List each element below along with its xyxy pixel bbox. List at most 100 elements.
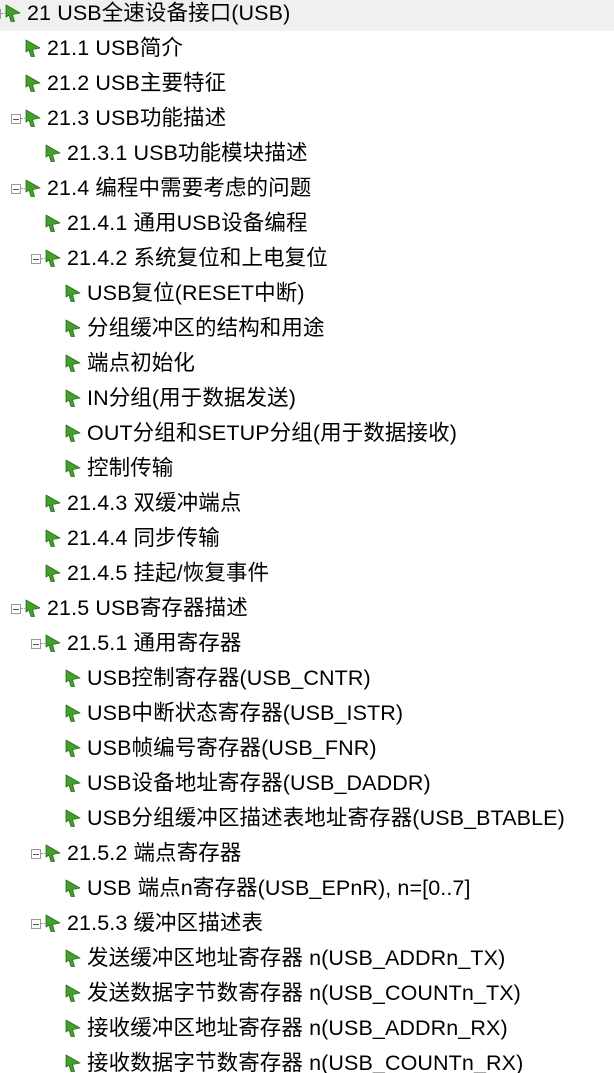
bookmark-icon <box>64 949 82 968</box>
bookmark-icon <box>44 249 62 268</box>
bookmark-icon <box>24 179 42 198</box>
outline-item[interactable]: 21.2 USB主要特征 <box>0 66 614 101</box>
outline-item[interactable]: USB 端点n寄存器(USB_EPnR), n=[0..7] <box>0 871 614 906</box>
outline-item-label: 21.5.2 端点寄存器 <box>67 841 242 865</box>
bookmark-icon <box>64 459 82 478</box>
bookmark-icon <box>44 844 62 863</box>
outline-item[interactable]: 分组缓冲区的结构和用途 <box>0 311 614 346</box>
bookmark-icon <box>64 424 82 443</box>
bookmark-icon <box>64 879 82 898</box>
outline-item[interactable]: 21.5.2 端点寄存器 <box>0 836 614 871</box>
outline-item-label: IN分组(用于数据发送) <box>87 386 297 410</box>
outline-item-label: 21.2 USB主要特征 <box>47 71 227 95</box>
outline-item-label: 接收缓冲区地址寄存器 n(USB_ADDRn_RX) <box>87 1016 508 1040</box>
bookmark-icon <box>64 774 82 793</box>
collapse-toggle-icon[interactable] <box>11 604 21 614</box>
outline-item[interactable]: 21.3.1 USB功能模块描述 <box>0 136 614 171</box>
outline-item[interactable]: 21.5 USB寄存器描述 <box>0 591 614 626</box>
outline-item-label: 控制传输 <box>87 456 174 480</box>
bookmark-icon <box>64 1019 82 1038</box>
bookmark-icon <box>24 109 42 128</box>
bookmark-icon <box>44 214 62 233</box>
outline-item[interactable]: OUT分组和SETUP分组(用于数据接收) <box>0 416 614 451</box>
outline-item[interactable]: 控制传输 <box>0 451 614 486</box>
bookmark-icon <box>64 809 82 828</box>
collapse-toggle-icon[interactable] <box>11 114 21 124</box>
outline-item[interactable]: USB帧编号寄存器(USB_FNR) <box>0 731 614 766</box>
outline-item[interactable]: 发送数据字节数寄存器 n(USB_COUNTn_TX) <box>0 976 614 1011</box>
outline-item-label: 21.3.1 USB功能模块描述 <box>67 141 308 165</box>
outline-item-label: 发送数据字节数寄存器 n(USB_COUNTn_TX) <box>87 981 521 1005</box>
bookmark-icon <box>24 599 42 618</box>
bookmark-icon <box>24 39 42 58</box>
collapse-toggle-icon[interactable] <box>11 184 21 194</box>
outline-item[interactable]: 21.5.1 通用寄存器 <box>0 626 614 661</box>
collapse-toggle-icon[interactable] <box>31 639 41 649</box>
bookmark-icon <box>64 739 82 758</box>
outline-item-label: 21 USB全速设备接口(USB) <box>27 1 291 25</box>
outline-item-label: 21.4.4 同步传输 <box>67 526 220 550</box>
outline-item[interactable]: IN分组(用于数据发送) <box>0 381 614 416</box>
outline-item[interactable]: 端点初始化 <box>0 346 614 381</box>
outline-item-label: USB 端点n寄存器(USB_EPnR), n=[0..7] <box>87 876 471 900</box>
bookmark-icon <box>64 1054 82 1073</box>
outline-item[interactable]: 21.3 USB功能描述 <box>0 101 614 136</box>
outline-item-label: USB帧编号寄存器(USB_FNR) <box>87 736 377 760</box>
outline-item-label: 21.4.1 通用USB设备编程 <box>67 211 308 235</box>
outline-item[interactable]: 21.4.1 通用USB设备编程 <box>0 206 614 241</box>
bookmark-icon <box>64 984 82 1003</box>
outline-item-label: USB中断状态寄存器(USB_ISTR) <box>87 701 404 725</box>
outline-item[interactable]: 21.1 USB简介 <box>0 31 614 66</box>
bookmark-icon <box>64 319 82 338</box>
outline-item[interactable]: 发送缓冲区地址寄存器 n(USB_ADDRn_TX) <box>0 941 614 976</box>
outline-item-label: 21.4.5 挂起/恢复事件 <box>67 561 270 585</box>
outline-item[interactable]: 21.4.5 挂起/恢复事件 <box>0 556 614 591</box>
bookmark-icon <box>44 529 62 548</box>
outline-item[interactable]: 21.4.3 双缓冲端点 <box>0 486 614 521</box>
bookmark-icon <box>24 74 42 93</box>
outline-item[interactable]: USB复位(RESET中断) <box>0 276 614 311</box>
outline-item[interactable]: 21.4 编程中需要考虑的问题 <box>0 171 614 206</box>
outline-item-label: OUT分组和SETUP分组(用于数据接收) <box>87 421 457 445</box>
outline-item-label: USB设备地址寄存器(USB_DADDR) <box>87 771 431 795</box>
bookmark-icon <box>64 389 82 408</box>
bookmark-icon <box>44 914 62 933</box>
outline-item-label: 21.5.3 缓冲区描述表 <box>67 911 264 935</box>
collapse-toggle-icon[interactable] <box>31 919 41 929</box>
outline-item-label: 分组缓冲区的结构和用途 <box>87 316 325 340</box>
outline-item-label: 21.4 编程中需要考虑的问题 <box>47 176 312 200</box>
outline-item-label: USB复位(RESET中断) <box>87 281 305 305</box>
bookmark-icon <box>44 634 62 653</box>
outline-item[interactable]: 21.4.2 系统复位和上电复位 <box>0 241 614 276</box>
bookmark-icon <box>64 704 82 723</box>
bookmark-icon <box>64 284 82 303</box>
bookmark-outline-panel[interactable]: 21 USB全速设备接口(USB) 21.1 USB简介 21.2 USB主要特征 2… <box>0 0 614 1073</box>
outline-item-label: 21.3 USB功能描述 <box>47 106 227 130</box>
outline-item-label: 21.4.3 双缓冲端点 <box>67 491 242 515</box>
outline-item-label: 接收数据字节数寄存器 n(USB_COUNTn_RX) <box>87 1051 524 1073</box>
outline-item-label: USB控制寄存器(USB_CNTR) <box>87 666 371 690</box>
outline-item[interactable]: USB中断状态寄存器(USB_ISTR) <box>0 696 614 731</box>
outline-item-label: 21.1 USB简介 <box>47 36 184 60</box>
bookmark-icon <box>64 354 82 373</box>
outline-item[interactable]: 21.5.3 缓冲区描述表 <box>0 906 614 941</box>
outline-item-label: 21.5 USB寄存器描述 <box>47 596 248 620</box>
outline-item[interactable]: 21.4.4 同步传输 <box>0 521 614 556</box>
outline-item[interactable]: USB设备地址寄存器(USB_DADDR) <box>0 766 614 801</box>
collapse-toggle-icon[interactable] <box>0 9 1 19</box>
collapse-toggle-icon[interactable] <box>31 849 41 859</box>
outline-item-label: 21.5.1 通用寄存器 <box>67 631 242 655</box>
outline-item-label: 发送缓冲区地址寄存器 n(USB_ADDRn_TX) <box>87 946 506 970</box>
bookmark-icon <box>44 494 62 513</box>
bookmark-icon <box>4 4 22 23</box>
outline-item-label: 端点初始化 <box>87 351 196 375</box>
outline-item[interactable]: USB分组缓冲区描述表地址寄存器(USB_BTABLE) <box>0 801 614 836</box>
outline-item-label: 21.4.2 系统复位和上电复位 <box>67 246 328 270</box>
outline-item[interactable]: 接收缓冲区地址寄存器 n(USB_ADDRn_RX) <box>0 1011 614 1046</box>
bookmark-icon <box>44 564 62 583</box>
outline-item[interactable]: 21 USB全速设备接口(USB) <box>0 0 614 31</box>
outline-item[interactable]: 接收数据字节数寄存器 n(USB_COUNTn_RX) <box>0 1046 614 1073</box>
collapse-toggle-icon[interactable] <box>31 254 41 264</box>
outline-item[interactable]: USB控制寄存器(USB_CNTR) <box>0 661 614 696</box>
bookmark-icon <box>64 669 82 688</box>
